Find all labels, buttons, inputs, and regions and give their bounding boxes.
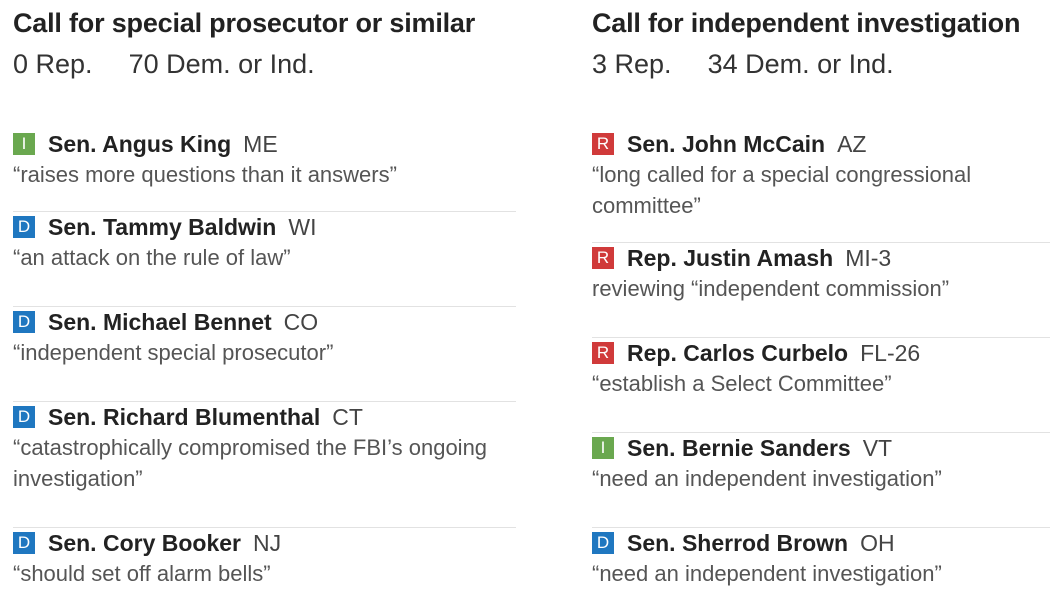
dem-count: 34 Dem. or Ind. — [707, 49, 894, 79]
legislator-name: Sen. Sherrod Brown — [627, 529, 849, 556]
entry-header: D Sen. Tammy Baldwin WI — [13, 212, 516, 242]
legislator-state: MI-3 — [845, 244, 892, 271]
party-badge: R — [592, 342, 614, 364]
party-badge: D — [13, 532, 35, 554]
entry-header: I Sen. Angus King ME — [13, 129, 516, 159]
statement-quote: reviewing “independent commission” — [592, 276, 950, 301]
rep-count: 0 Rep. — [13, 49, 93, 79]
entry-header: D Sen. Sherrod Brown OH — [592, 528, 1050, 558]
statement-quote: “independent special prosecutor” — [13, 340, 334, 365]
entry-header: I Sen. Bernie Sanders VT — [592, 433, 1050, 463]
list-item: R Sen. John McCain AZ “long called for a sp… — [592, 129, 1050, 243]
legislator-name: Rep. Justin Amash — [627, 244, 834, 271]
party-badge: R — [592, 247, 614, 269]
entry-header: R Sen. John McCain AZ — [592, 129, 1050, 159]
list-item: I Sen. Angus King ME “raises more questions… — [13, 129, 516, 212]
list-item: D Sen. Sherrod Brown OH “need an independen… — [592, 528, 1050, 608]
party-badge: D — [592, 532, 614, 554]
party-badge: I — [592, 437, 614, 459]
entry-header: R Rep. Justin Amash MI-3 — [592, 243, 1050, 273]
legislator-state: ME — [243, 130, 278, 157]
statement-quote: “establish a Select Committee” — [592, 371, 892, 396]
entry-header: D Sen. Richard Blumenthal CT — [13, 402, 516, 432]
entry-header: R Rep. Carlos Curbelo FL-26 — [592, 338, 1050, 368]
special-prosecutor-column: Call for special prosecutor or similar 0… — [13, 0, 516, 586]
dem-count: 70 Dem. or Ind. — [128, 49, 315, 79]
statement-quote: “should set off alarm bells” — [13, 561, 271, 586]
entry-header: D Sen. Michael Bennet CO — [13, 307, 516, 337]
legislator-state: WI — [288, 213, 317, 240]
legislator-state: AZ — [837, 130, 867, 157]
list-item: R Rep. Carlos Curbelo FL-26 “establish a Se… — [592, 338, 1050, 433]
legislator-state: FL-26 — [860, 339, 921, 366]
statement-quote: “raises more questions than it answers” — [13, 162, 397, 187]
left-entry-list: I Sen. Angus King ME “raises more questions… — [13, 129, 516, 609]
legislator-state: NJ — [253, 529, 282, 556]
column-title: Call for independent investigation — [592, 8, 1021, 38]
list-item: D Sen. Michael Bennet CO “independent speci… — [13, 307, 516, 402]
right-entry-list: R Sen. John McCain AZ “long called for a sp… — [592, 129, 1050, 608]
list-item: D Sen. Cory Booker NJ “should set off alarm… — [13, 528, 516, 609]
independent-investigation-column: Call for independent investigation 3 Rep… — [592, 0, 1050, 586]
list-item: R Rep. Justin Amash MI-3 reviewing “indepen… — [592, 243, 1050, 338]
column-counts: 3 Rep. 34 Dem. or Ind. — [592, 47, 1050, 81]
statement-quote: “an attack on the rule of law” — [13, 245, 291, 270]
legislator-state: CT — [332, 403, 363, 430]
legislator-name: Sen. Bernie Sanders — [627, 434, 851, 461]
entry-header: D Sen. Cory Booker NJ — [13, 528, 516, 558]
legislator-name: Sen. Angus King — [48, 130, 232, 157]
party-badge: R — [592, 133, 614, 155]
legislator-name: Sen. Tammy Baldwin — [48, 213, 277, 240]
legislator-state: OH — [860, 529, 895, 556]
statement-quote: “catastrophically compromised the FBI’s … — [13, 435, 488, 491]
rep-count: 3 Rep. — [592, 49, 672, 79]
list-item: I Sen. Bernie Sanders VT “need an independe… — [592, 433, 1050, 528]
party-badge: I — [13, 133, 35, 155]
list-item: D Sen. Richard Blumenthal CT “catastrophica… — [13, 402, 516, 528]
column-counts: 0 Rep. 70 Dem. or Ind. — [13, 47, 516, 81]
statement-quote: “need an independent investigation” — [592, 466, 942, 491]
legislator-name: Rep. Carlos Curbelo — [627, 339, 849, 366]
legislator-name: Sen. Richard Blumenthal — [48, 403, 321, 430]
statement-quote: “need an independent investigation” — [592, 561, 942, 586]
party-badge: D — [13, 311, 35, 333]
legislator-name: Sen. Michael Bennet — [48, 308, 272, 335]
legislator-name: Sen. John McCain — [627, 130, 826, 157]
column-title: Call for special prosecutor or similar — [13, 8, 476, 38]
list-item: D Sen. Tammy Baldwin WI “an attack on the r… — [13, 212, 516, 307]
legislator-name: Sen. Cory Booker — [48, 529, 241, 556]
legislator-state: CO — [283, 308, 319, 335]
legislator-state: VT — [862, 434, 893, 461]
statement-quote: “long called for a special congressional… — [592, 162, 972, 218]
party-badge: D — [13, 216, 35, 238]
party-badge: D — [13, 406, 35, 428]
